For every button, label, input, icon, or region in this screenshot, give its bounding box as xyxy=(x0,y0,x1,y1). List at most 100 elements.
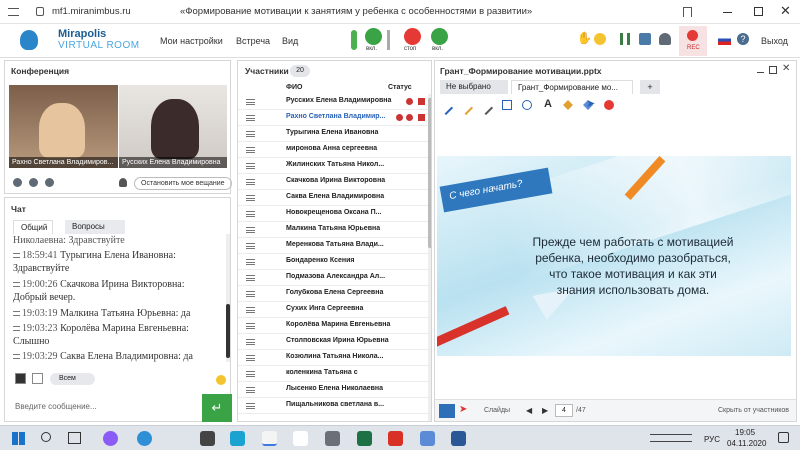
video-tile-2[interactable]: Русских Елена Владимировна xyxy=(119,85,227,168)
circle-icon[interactable] xyxy=(522,100,532,110)
list-item[interactable]: миронова Анна сергеевна xyxy=(238,142,428,158)
list-item[interactable]: Саква Елена Владимировна xyxy=(238,190,428,206)
list-item[interactable]: Малкина Татьяна Юрьевна xyxy=(238,222,428,238)
chat-scrollbar[interactable] xyxy=(226,234,230,362)
clock-time[interactable]: 19:05 xyxy=(735,428,755,437)
pen-button[interactable] xyxy=(439,404,455,418)
yandex-browser-icon[interactable] xyxy=(262,431,277,446)
record-button[interactable]: REC xyxy=(679,26,707,56)
minimize-icon[interactable] xyxy=(723,12,732,13)
task-view-icon[interactable] xyxy=(68,432,81,444)
camera-button[interactable] xyxy=(431,28,448,45)
yandex-icon[interactable] xyxy=(293,431,308,446)
volume-slider-icon[interactable] xyxy=(387,30,390,50)
list-item[interactable]: Сухих Инга Сергеевна xyxy=(238,302,428,318)
expand-panel-icon[interactable] xyxy=(769,66,777,74)
camera-settings-icon[interactable] xyxy=(13,178,22,187)
smiley-icon[interactable] xyxy=(216,375,226,385)
microphone-button[interactable] xyxy=(365,28,382,45)
language-flag-icon[interactable] xyxy=(718,35,731,45)
restore-icon[interactable] xyxy=(754,7,763,16)
list-item[interactable]: Жилинских Татьяна Никол... xyxy=(238,158,428,174)
list-item[interactable]: Турыгина Елена Ивановна xyxy=(238,126,428,142)
list-item[interactable]: Бондаренко Ксения xyxy=(238,254,428,270)
hide-from-participants-button[interactable]: Скрыть от участников xyxy=(718,407,789,414)
format-icon[interactable] xyxy=(32,373,43,384)
language-indicator[interactable]: РУС xyxy=(704,435,720,444)
notifications-icon[interactable] xyxy=(778,432,789,443)
raise-hand-icon[interactable]: ✋ xyxy=(577,31,592,45)
tab-presentation[interactable]: Грант_Формирование мо... xyxy=(511,80,633,94)
video2-name: Русских Елена Владимировна xyxy=(119,157,227,168)
clock-date[interactable]: 04.11.2020 xyxy=(727,439,766,448)
emoji-icon[interactable] xyxy=(594,33,606,45)
excel-icon[interactable] xyxy=(357,431,372,446)
presentation-slide[interactable]: С чего начать? Прежде чем работать с мот… xyxy=(437,156,791,356)
list-item[interactable]: Козюлина Татьяна Никола... xyxy=(238,350,428,366)
contacts-icon[interactable] xyxy=(325,431,340,446)
clear-icon[interactable] xyxy=(604,100,614,110)
pointer-icon[interactable]: ➤ xyxy=(586,97,595,110)
list-item[interactable]: коленкина Татьяна с xyxy=(238,366,428,382)
mic-slider-icon[interactable] xyxy=(351,30,357,50)
list-item[interactable]: Голубкова Елена Сергеевна xyxy=(238,286,428,302)
list-item[interactable]: Рахно Светлана Владимир... xyxy=(238,110,428,126)
users-icon[interactable] xyxy=(659,33,671,45)
menu-view[interactable]: Вид xyxy=(282,36,298,46)
store-icon[interactable] xyxy=(200,431,215,446)
exit-button[interactable]: Выход xyxy=(761,36,788,46)
windows-start-icon[interactable] xyxy=(12,432,25,445)
share-icon[interactable] xyxy=(639,33,651,45)
photos-icon[interactable] xyxy=(420,431,435,446)
layout-icon[interactable] xyxy=(45,178,54,187)
list-item[interactable]: Королёва Марина Евгеньевна xyxy=(238,318,428,334)
stats-icon[interactable] xyxy=(620,33,630,45)
participants-scrollbar[interactable] xyxy=(428,94,431,421)
page-input[interactable]: 4 xyxy=(555,404,573,417)
tab-general[interactable]: Общий xyxy=(13,220,53,234)
slides-label[interactable]: Слайды xyxy=(484,407,510,414)
list-item[interactable]: Меренкова Татьяна Влади... xyxy=(238,238,428,254)
tab-questions[interactable]: Вопросы xyxy=(65,220,125,234)
menu-settings[interactable]: Мои настройки xyxy=(160,36,223,46)
minimize-panel-icon[interactable] xyxy=(757,72,764,73)
search-icon[interactable] xyxy=(41,432,51,442)
text-tool-icon[interactable]: A xyxy=(544,98,552,110)
next-slide-button[interactable]: ▶ xyxy=(542,406,548,415)
add-tab-button[interactable]: + xyxy=(640,80,660,94)
tab-none[interactable]: Не выбрано xyxy=(440,80,508,94)
list-item[interactable]: Подмазова Александра Ал... xyxy=(238,270,428,286)
chat-message: 19:03:29 Саква Елена Владимировна: да xyxy=(13,351,193,362)
send-button[interactable]: ↵ xyxy=(202,394,232,422)
help-icon[interactable]: ? xyxy=(737,33,749,45)
list-item[interactable]: Столповская Ирина Юрьевна xyxy=(238,334,428,350)
chat-title: Чат xyxy=(11,204,26,214)
close-icon[interactable]: ✕ xyxy=(780,3,791,19)
edge-icon[interactable] xyxy=(137,431,152,446)
app-l-icon[interactable] xyxy=(230,431,245,446)
rectangle-icon[interactable] xyxy=(502,100,512,110)
tray-icons[interactable] xyxy=(650,434,692,442)
prev-slide-button[interactable]: ◀ xyxy=(526,406,532,415)
list-item[interactable]: Русских Елена Владимировна xyxy=(238,94,428,110)
recipient-select[interactable]: Всем xyxy=(50,373,95,385)
stop-button[interactable] xyxy=(404,28,421,45)
list-item[interactable]: Пищальникова светлана в... xyxy=(238,398,428,414)
list-item[interactable]: Лысенко Елена Николаевна xyxy=(238,382,428,398)
menu-meeting[interactable]: Встреча xyxy=(236,36,270,46)
list-item[interactable]: Скачкова Ирина Викторовна xyxy=(238,174,428,190)
color-picker-icon[interactable] xyxy=(15,373,26,384)
message-input[interactable]: Введите сообщение... xyxy=(15,402,97,411)
bookmark-icon[interactable] xyxy=(683,7,692,17)
close-panel-icon[interactable]: ✕ xyxy=(782,63,790,74)
word-icon[interactable] xyxy=(451,431,466,446)
list-item[interactable]: Новокрещенова Оксана П... xyxy=(238,206,428,222)
pointer-button[interactable]: ➤ xyxy=(459,404,467,415)
stop-broadcast-button[interactable]: Остановить мое вещание xyxy=(134,177,232,190)
alice-icon[interactable] xyxy=(103,431,118,446)
menu-icon[interactable] xyxy=(8,8,19,16)
pdf-icon[interactable] xyxy=(388,431,403,446)
mic-settings-icon[interactable] xyxy=(29,178,38,187)
video-tile-1[interactable]: Рахно Светлана Владимиров... xyxy=(9,85,118,168)
url-text[interactable]: mf1.miranimbus.ru xyxy=(52,6,131,17)
